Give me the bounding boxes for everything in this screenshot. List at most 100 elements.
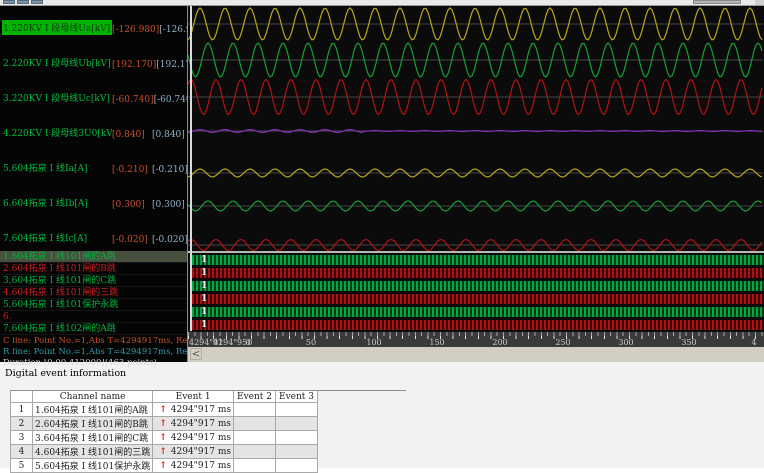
ruler-label: 300 [618,338,634,347]
table-header-cell: Event 1 [152,390,235,403]
time-ruler[interactable]: 4294"91 4294"950 0 50 100 150 200 250 300 350 4 [188,331,764,347]
event-cell: ↑ 4294"917 ms [152,444,235,459]
digital-channel-row[interactable]: 3.604拓泉 I 线101闸的C跳 [0,275,187,287]
channel-name-cell: 4.604拓泉 I 线101闸的三跳 [31,444,154,459]
ruler-label: 4 [751,338,757,347]
digital-trace-bar [192,255,764,265]
digital-trace-area: 1 1 1 1 1 1 [188,251,764,331]
event-cell: ↑ 4294"917 ms [152,430,235,445]
event-cell [233,458,277,473]
cursor-value: [-60.740] [112,95,154,105]
rising-edge-icon: ↑ [159,460,167,471]
cursor-value: [0.300] [112,200,145,210]
analog-channel-name[interactable]: 6.604拓泉 I 线Ib[A] [2,195,112,210]
event-cell: ↑ 4294"917 ms [152,416,235,431]
toolbar-button[interactable] [17,0,29,4]
ruler-label: 350 [681,338,697,347]
reference-value: [0.300] [152,200,185,210]
rising-edge-icon: ↑ [159,432,167,443]
digital-event-table[interactable]: Channel name Event 1 Event 2 Event 3 1 1.604… [10,390,319,473]
digital-channel-row[interactable]: 2.604拓泉 I 线101闸的B跳 [0,263,187,275]
digital-trace-row[interactable]: 1 [188,292,764,305]
event-time: 4294"917 ms [170,418,232,429]
rising-edge-icon: ↑ [159,404,167,415]
digital-trace-bar [192,281,764,291]
analog-channel-row[interactable]: 7.604拓泉 I 线Ic[A] [-0.020] [-0.020] [0,216,188,251]
table-top-rule [10,390,406,391]
analog-channel-name[interactable]: 1.220KV I 段母线Ua[kV] [2,20,112,35]
digital-trace-bar [192,307,764,317]
analog-channel-row[interactable]: 5.604拓泉 I 线Ia[A] [-0.210] [-0.210] [0,146,188,181]
event-cell: ↑ 4294"917 ms [152,402,235,417]
event-time: 4294"917 ms [170,404,232,415]
ruler-label: 0 [245,338,251,347]
table-header-row: Channel name Event 1 Event 2 Event 3 [10,390,319,403]
ruler-label: 100 [366,338,382,347]
digital-channel-row[interactable]: 6. [0,311,187,323]
time-cursor-line[interactable] [190,6,192,331]
ruler-label: 250 [555,338,571,347]
analog-channel-name[interactable]: 3.220KV I 段母线Uc[kV] [2,90,112,105]
table-row[interactable]: 3 3.604拓泉 I 线101闸的C跳 ↑ 4294"917 ms [10,430,319,445]
digital-trace-row[interactable]: 1 [188,318,764,331]
digital-state-value: 1 [201,268,208,278]
event-time: 4294"917 ms [170,460,232,471]
channel-name-cell: 2.604拓泉 I 线101闸的B跳 [31,416,154,431]
analog-channel-name[interactable]: 7.604拓泉 I 线Ic[A] [2,230,112,245]
toolbar-button[interactable] [31,0,43,4]
channel-name-cell: 3.604拓泉 I 线101闸的C跳 [31,430,154,445]
analog-channel-name[interactable]: 4.220KV I 段母线3U0[kV] [2,125,112,140]
analog-channel-row[interactable]: 3.220KV I 段母线Uc[kV] [-60.740] [-60.740] [0,76,195,111]
event-cell [275,402,319,417]
analog-channel-name[interactable]: 5.604拓泉 I 线Ia[A] [2,160,112,175]
reference-value: [-0.210] [152,165,188,175]
digital-channel-row[interactable]: 7.604拓泉 I 线102闸的A跳 [0,323,187,335]
digital-trace-bar [192,320,764,330]
toolbar-button[interactable] [3,0,15,4]
row-number-cell: 4 [10,444,33,459]
top-scrollbar-thumb[interactable] [693,0,741,4]
table-header-cell: Event 2 [233,390,277,403]
table-row[interactable]: 4 4.604拓泉 I 线101闸的三跳 ↑ 4294"917 ms [10,444,319,459]
rising-edge-icon: ↑ [159,446,167,457]
cursor-value: [-0.210] [112,165,148,175]
event-cell [233,444,277,459]
ruler-minor-ticks [188,332,764,336]
digital-channel-row[interactable]: 4.604拓泉 I 线101闸的三跳 [0,287,187,299]
analog-channel-row[interactable]: 1.220KV I 段母线Ua[kV] [-126.980] [-126.980] [0,6,207,41]
cursor-value: [192.170] [112,60,157,70]
digital-channel-row[interactable]: 5.604拓泉 I 线101保护永跳 [0,299,187,311]
analog-channel-list: 1.220KV I 段母线Ua[kV] [-126.980] [-126.980] 2… [0,6,207,251]
digital-trace-row[interactable]: 1 [188,279,764,292]
waveform-scrollbar[interactable]: < [188,347,764,362]
event-cell: ↑ 4294"917 ms [152,458,235,473]
digital-trace-row[interactable]: 1 [188,266,764,279]
scroll-left-button[interactable]: < [190,348,202,360]
table-header-cell: Channel name [31,390,154,403]
event-cell [233,430,277,445]
table-row[interactable]: 1 1.604拓泉 I 线101闸的A跳 ↑ 4294"917 ms [10,402,319,417]
table-row[interactable]: 5 5.604拓泉 I 线101保护永跳 ↑ 4294"917 ms [10,458,319,473]
table-row[interactable]: 2 2.604拓泉 I 线101闸的B跳 ↑ 4294"917 ms [10,416,319,431]
digital-trace-row[interactable]: 1 [188,253,764,266]
waveform-workspace: 1.220KV I 段母线Ua[kV] [-126.980] [-126.980] 2… [0,6,764,368]
event-time: 4294"917 ms [170,446,232,457]
event-info-section: Digital event information Channel name Ev… [0,362,764,473]
analog-channel-name[interactable]: 2.220KV I 段母线Ub[kV] [2,55,112,70]
digital-channel-list: 1.604拓泉 I 线101闸的A跳 2.604拓泉 I 线101闸的B跳 3.60… [0,251,187,335]
analog-channel-row[interactable]: 6.604拓泉 I 线Ib[A] [0.300] [0.300] [0,181,187,216]
event-cell [233,416,277,431]
digital-channel-row[interactable]: 1.604拓泉 I 线101闸的A跳 [0,251,187,263]
ruler-label: 50 [305,338,317,347]
waveform-pane[interactable]: 111111 4294"91 4294"950 0 50 100 150 200 250 300… [188,6,764,362]
digital-state-value: 1 [201,320,208,330]
event-time: 4294"917 ms [170,432,232,443]
analog-channel-row[interactable]: 4.220KV I 段母线3U0[kV] [0.840] [0.840] [0,111,187,146]
analog-channel-row[interactable]: 2.220KV I 段母线Ub[kV] [192.170] [192.170] [0,41,201,76]
digital-trace-row[interactable]: 1 [188,305,764,318]
fault-recorder-window: 1.220KV I 段母线Ua[kV] [-126.980] [-126.980] 2… [0,0,764,473]
row-number-cell: 5 [10,458,33,473]
analog-waveform-plot [188,7,763,251]
digital-state-value: 1 [201,255,208,265]
cursor-value: [-126.980] [112,25,160,35]
